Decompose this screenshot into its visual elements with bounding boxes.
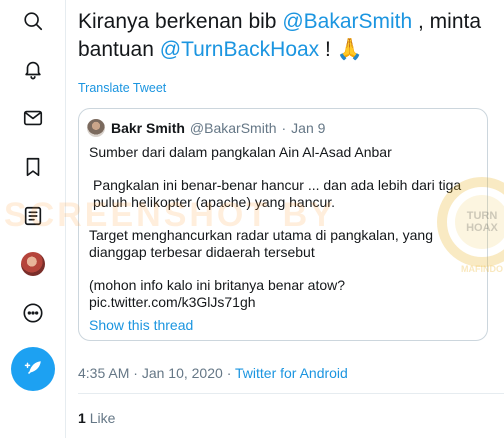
search-icon[interactable] xyxy=(20,8,46,34)
quoted-tweet-text: Sumber dari dalam pangkalan Ain Al-Asad … xyxy=(89,144,481,311)
tweet-source-link[interactable]: Twitter for Android xyxy=(235,365,348,381)
tweet-meta: 4:35 AM · Jan 10, 2020 · Twitter for And… xyxy=(78,365,348,381)
bookmark-icon[interactable] xyxy=(20,154,46,180)
mention-bakarsmith-link[interactable]: @BakarSmith xyxy=(282,10,412,33)
quoted-author-handle: @BakarSmith xyxy=(189,120,277,136)
quoted-date: Jan 9 xyxy=(291,120,326,136)
compose-tweet-button[interactable] xyxy=(11,347,55,391)
likes-count: 1 xyxy=(78,410,86,426)
quoted-tweet[interactable]: Bakr Smith @BakarSmith · Jan 9 Sumber da… xyxy=(78,108,488,341)
envelope-icon[interactable] xyxy=(20,105,46,131)
tweet-date[interactable]: Jan 10, 2020 xyxy=(142,365,223,381)
quoted-line: (mohon info kalo ini britanya benar atow… xyxy=(89,277,346,293)
show-thread-link[interactable]: Show this thread xyxy=(89,317,193,333)
tweet-text: Kiranya berkenan bib @BakarSmith , minta… xyxy=(78,8,488,64)
likes-label: Like xyxy=(89,410,116,426)
quoted-line: Pangkalan ini benar-benar hancur ... dan… xyxy=(93,177,462,210)
tweet-detail: Kiranya berkenan bib @BakarSmith , minta… xyxy=(66,0,504,438)
quoted-avatar xyxy=(87,119,105,137)
tweet-text-part: ! 🙏 xyxy=(319,38,363,61)
quoted-line: Target menghancurkan radar utama di pang… xyxy=(89,227,433,260)
likes-count-link[interactable]: 1 Like xyxy=(78,410,115,426)
meta-separator: · xyxy=(226,365,235,381)
tweet-time[interactable]: 4:35 AM xyxy=(78,365,129,381)
quoted-pic-link: pic.twitter.com/k3GlJs71gh xyxy=(89,294,256,310)
header-separator: · xyxy=(281,120,287,136)
quoted-line: Sumber dari dalam pangkalan Ain Al-Asad … xyxy=(89,144,392,160)
mention-turnbackhoax-link[interactable]: @TurnBackHoax xyxy=(160,38,319,61)
bell-icon[interactable] xyxy=(20,56,46,82)
list-icon[interactable] xyxy=(20,203,46,229)
divider xyxy=(78,393,504,394)
more-icon[interactable] xyxy=(20,300,46,326)
sidebar-nav xyxy=(0,0,66,438)
quoted-author-name: Bakr Smith xyxy=(111,120,185,136)
tweet-text-part: Kiranya berkenan bib xyxy=(78,10,283,33)
feather-plus-icon xyxy=(24,361,41,375)
translate-tweet-link[interactable]: Translate Tweet xyxy=(78,81,166,95)
avatar[interactable] xyxy=(21,252,45,276)
meta-separator: · xyxy=(133,365,142,381)
quoted-tweet-header: Bakr Smith @BakarSmith · Jan 9 xyxy=(87,119,325,137)
